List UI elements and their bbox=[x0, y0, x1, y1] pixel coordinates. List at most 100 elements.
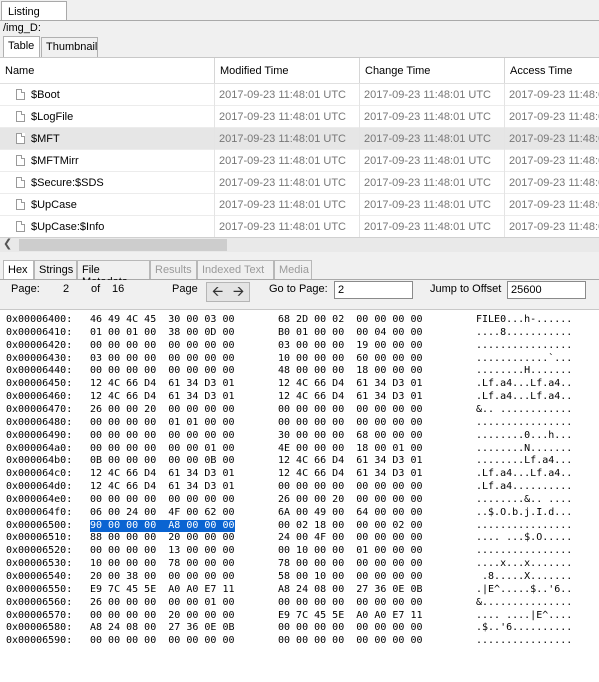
hex-bytes-group-2[interactable]: 00 00 00 00 00 00 00 00 bbox=[278, 417, 423, 429]
table-row[interactable]: $Secure:$SDS 2017-09-23 11:48:01 UTC 2017-… bbox=[0, 172, 599, 194]
hex-bytes-group-1[interactable]: 00 00 00 00 00 00 00 00 bbox=[90, 430, 235, 442]
tab-indexed-text[interactable]: Indexed Text bbox=[197, 260, 274, 279]
hex-ascii[interactable]: .8.....X....... bbox=[476, 571, 572, 583]
hex-bytes-group-1[interactable]: 00 00 00 00 00 00 00 00 bbox=[90, 635, 235, 647]
column-header-change[interactable]: Change Time bbox=[360, 58, 505, 83]
hex-bytes-group-1[interactable]: 00 00 00 00 01 01 00 00 bbox=[90, 417, 235, 429]
hex-ascii[interactable]: .Lf.a4...Lf.a4.. bbox=[476, 468, 572, 480]
hex-bytes-group-1[interactable]: 00 00 00 00 00 00 01 00 bbox=[90, 443, 235, 455]
hex-bytes-group-1[interactable]: 12 4C 66 D4 61 34 D3 01 bbox=[90, 391, 235, 403]
hex-bytes-group-1[interactable]: 20 00 38 00 00 00 00 00 bbox=[90, 571, 235, 583]
table-row[interactable]: $LogFile 2017-09-23 11:48:01 UTC 2017-09-2… bbox=[0, 106, 599, 128]
hex-bytes-group-2[interactable]: 24 00 4F 00 00 00 00 00 bbox=[278, 532, 423, 544]
tab-file-metadata[interactable]: File Metadata bbox=[77, 260, 150, 288]
hex-bytes-group-2[interactable]: 12 4C 66 D4 61 34 D3 01 bbox=[278, 378, 423, 390]
hex-bytes-group-2[interactable]: 00 00 00 00 00 00 00 00 bbox=[278, 597, 423, 609]
hex-ascii[interactable]: ....x...x....... bbox=[476, 558, 572, 570]
hex-ascii[interactable]: .$..'6.......... bbox=[476, 622, 572, 634]
hex-bytes-group-1[interactable]: E9 7C 45 5E A0 A0 E7 11 bbox=[90, 584, 235, 596]
hex-ascii[interactable]: ................ bbox=[476, 340, 572, 352]
hex-bytes-group-2[interactable]: 00 00 00 00 00 00 00 00 bbox=[278, 635, 423, 647]
hex-ascii[interactable]: ................ bbox=[476, 417, 572, 429]
tab-table[interactable]: Table bbox=[3, 36, 40, 57]
hex-bytes-group-2[interactable]: E9 7C 45 5E A0 A0 E7 11 bbox=[278, 610, 423, 622]
next-page-icon[interactable]: 🡪 bbox=[228, 283, 249, 301]
column-header-name[interactable]: Name bbox=[0, 58, 215, 83]
hex-ascii[interactable]: ..$.O.b.j.I.d... bbox=[476, 507, 572, 519]
scroll-left-icon[interactable]: ❮ bbox=[3, 238, 13, 252]
hex-bytes-group-2[interactable]: A8 24 08 00 27 36 0E 0B bbox=[278, 584, 423, 596]
hex-bytes-group-1[interactable]: 0B 00 00 00 00 00 0B 00 bbox=[90, 455, 235, 467]
hex-bytes-group-1[interactable]: 26 00 00 20 00 00 00 00 bbox=[90, 404, 235, 416]
hex-ascii[interactable]: ........&.. .... bbox=[476, 494, 572, 506]
tab-listing[interactable]: Listing bbox=[1, 1, 67, 20]
hex-bytes-group-2[interactable]: 26 00 00 20 00 00 00 00 bbox=[278, 494, 423, 506]
hex-bytes-group-2[interactable]: 6A 00 49 00 64 00 00 00 bbox=[278, 507, 423, 519]
hex-bytes-group-1[interactable]: 46 49 4C 45 30 00 03 00 bbox=[90, 314, 235, 326]
hex-bytes-group-1[interactable]: 12 4C 66 D4 61 34 D3 01 bbox=[90, 378, 235, 390]
hex-ascii[interactable]: .... ...$.O..... bbox=[476, 532, 572, 544]
hex-bytes-group-2[interactable]: 00 00 00 00 00 00 00 00 bbox=[278, 404, 423, 416]
tab-strings[interactable]: Strings bbox=[34, 260, 77, 279]
hex-ascii[interactable]: ................ bbox=[476, 520, 572, 532]
hex-ascii[interactable]: .|E^.....$..'6.. bbox=[476, 584, 572, 596]
tab-thumbnail[interactable]: Thumbnail bbox=[41, 37, 98, 57]
hex-bytes-group-1[interactable]: 00 00 00 00 00 00 00 00 bbox=[90, 494, 235, 506]
hex-ascii[interactable]: .Lf.a4.......... bbox=[476, 481, 572, 493]
hex-ascii[interactable]: ....8........... bbox=[476, 327, 572, 339]
hex-bytes-group-1[interactable]: 26 00 00 00 00 00 01 00 bbox=[90, 597, 235, 609]
hex-bytes-group-2[interactable]: 10 00 00 00 60 00 00 00 bbox=[278, 353, 423, 365]
hex-bytes-group-2[interactable]: 30 00 00 00 68 00 00 00 bbox=[278, 430, 423, 442]
hex-bytes-group-2[interactable]: 4E 00 00 00 18 00 01 00 bbox=[278, 443, 423, 455]
table-row[interactable]: $UpCase 2017-09-23 11:48:01 UTC 2017-09-23… bbox=[0, 194, 599, 216]
hex-ascii[interactable]: ............`... bbox=[476, 353, 572, 365]
hex-bytes-group-1[interactable]: A8 24 08 00 27 36 0E 0B bbox=[90, 622, 235, 634]
tab-results[interactable]: Results bbox=[150, 260, 197, 279]
hex-bytes-group-2[interactable]: 48 00 00 00 18 00 00 00 bbox=[278, 365, 423, 377]
hex-bytes-group-1[interactable]: 12 4C 66 D4 61 34 D3 01 bbox=[90, 481, 235, 493]
hex-ascii[interactable]: .Lf.a4...Lf.a4.. bbox=[476, 378, 572, 390]
hex-bytes-group-2[interactable]: 12 4C 66 D4 61 34 D3 01 bbox=[278, 468, 423, 480]
hex-bytes-group-2[interactable]: 58 00 10 00 00 00 00 00 bbox=[278, 571, 423, 583]
hex-bytes-group-2[interactable]: 12 4C 66 D4 61 34 D3 01 bbox=[278, 391, 423, 403]
hex-bytes-group-1[interactable]: 90 00 00 00 A8 00 00 00 bbox=[90, 519, 235, 532]
go-to-page-input[interactable] bbox=[334, 281, 413, 299]
hex-bytes-group-2[interactable]: 12 4C 66 D4 61 34 D3 01 bbox=[278, 455, 423, 467]
hex-bytes-group-2[interactable]: 68 2D 00 02 00 00 00 00 bbox=[278, 314, 423, 326]
hex-bytes-group-2[interactable]: B0 01 00 00 00 04 00 00 bbox=[278, 327, 423, 339]
hex-ascii[interactable]: ........N....... bbox=[476, 443, 572, 455]
hex-bytes-group-1[interactable]: 10 00 00 00 78 00 00 00 bbox=[90, 558, 235, 570]
hex-ascii[interactable]: ........H....... bbox=[476, 365, 572, 377]
hex-bytes-group-1[interactable]: 06 00 24 00 4F 00 62 00 bbox=[90, 507, 235, 519]
hex-bytes-group-1[interactable]: 03 00 00 00 00 00 00 00 bbox=[90, 353, 235, 365]
hex-bytes-group-1[interactable]: 00 00 00 00 13 00 00 00 bbox=[90, 545, 235, 557]
hex-ascii[interactable]: ........0...h... bbox=[476, 430, 572, 442]
table-row[interactable]: $UpCase:$Info 2017-09-23 11:48:01 UTC 2017… bbox=[0, 216, 599, 238]
hex-bytes-group-1[interactable]: 12 4C 66 D4 61 34 D3 01 bbox=[90, 468, 235, 480]
scrollbar-thumb[interactable] bbox=[19, 239, 227, 251]
hex-ascii[interactable]: &............... bbox=[476, 597, 572, 609]
hex-ascii[interactable]: ........Lf.a4... bbox=[476, 455, 572, 467]
hex-bytes-group-2[interactable]: 03 00 00 00 19 00 00 00 bbox=[278, 340, 423, 352]
table-row[interactable]: $Boot 2017-09-23 11:48:01 UTC 2017-09-23 1… bbox=[0, 84, 599, 106]
hex-ascii[interactable]: ................ bbox=[476, 545, 572, 557]
table-row[interactable]: $MFTMirr 2017-09-23 11:48:01 UTC 2017-09-2… bbox=[0, 150, 599, 172]
column-header-modified[interactable]: Modified Time bbox=[215, 58, 360, 83]
tab-hex[interactable]: Hex bbox=[3, 260, 34, 279]
hex-bytes-group-1[interactable]: 00 00 00 00 00 00 00 00 bbox=[90, 365, 235, 377]
table-row[interactable]: $MFT 2017-09-23 11:48:01 UTC 2017-09-23 11… bbox=[0, 128, 599, 150]
hex-bytes-group-2[interactable]: 00 00 00 00 00 00 00 00 bbox=[278, 481, 423, 493]
hex-bytes-group-2[interactable]: 00 02 18 00 00 00 02 00 bbox=[278, 520, 423, 532]
hex-bytes-group-1[interactable]: 01 00 01 00 38 00 0D 00 bbox=[90, 327, 235, 339]
hex-bytes-group-2[interactable]: 78 00 00 00 00 00 00 00 bbox=[278, 558, 423, 570]
hex-ascii[interactable]: ................ bbox=[476, 635, 572, 647]
table-horizontal-scrollbar[interactable]: ❮ bbox=[0, 237, 599, 252]
hex-bytes-group-1[interactable]: 00 00 00 00 20 00 00 00 bbox=[90, 610, 235, 622]
previous-page-icon[interactable]: 🡨 bbox=[207, 283, 228, 301]
hex-ascii[interactable]: FILE0...h-...... bbox=[476, 314, 572, 326]
tab-media[interactable]: Media bbox=[274, 260, 312, 279]
hex-ascii[interactable]: .... ....|E^.... bbox=[476, 610, 572, 622]
hex-ascii[interactable]: &.. ............ bbox=[476, 404, 572, 416]
column-header-access[interactable]: Access Time bbox=[505, 58, 599, 83]
hex-ascii[interactable]: .Lf.a4...Lf.a4.. bbox=[476, 391, 572, 403]
